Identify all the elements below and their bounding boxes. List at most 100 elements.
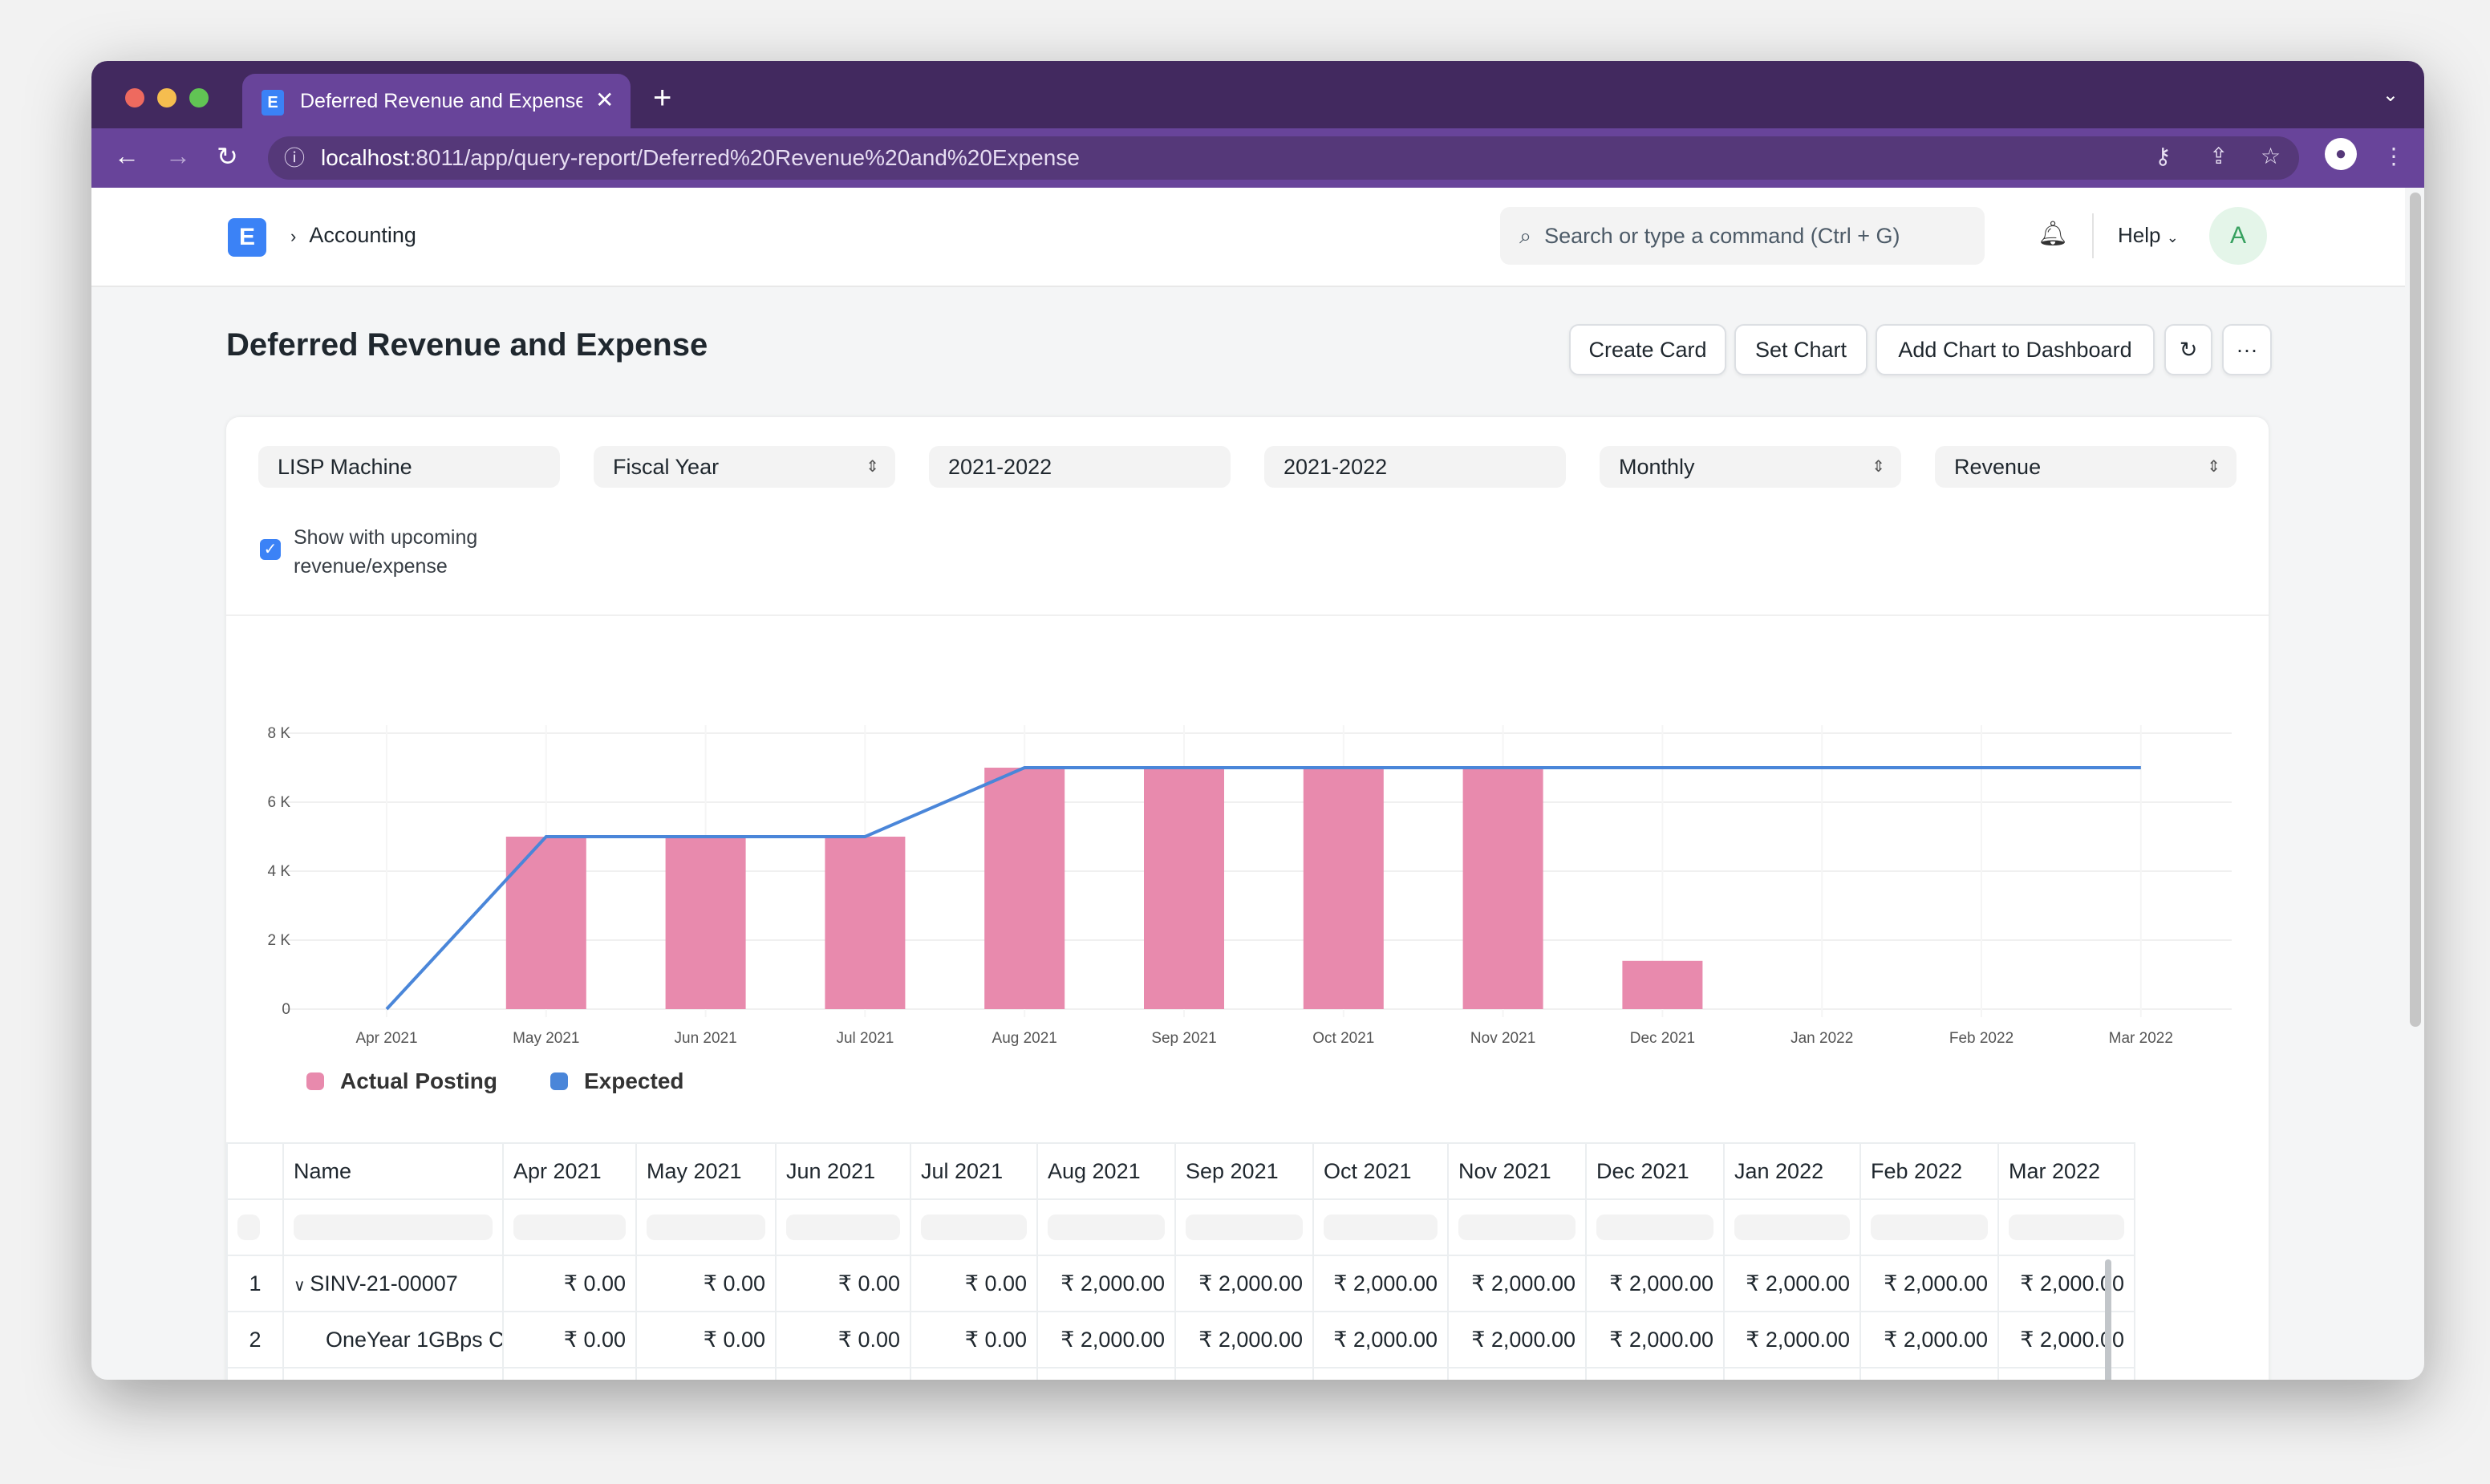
column-filter-input[interactable]	[910, 1198, 1038, 1256]
column-filter-input[interactable]	[1447, 1198, 1587, 1256]
column-header[interactable]: Oct 2021	[1312, 1142, 1449, 1200]
type-value: Revenue	[1954, 455, 2042, 479]
new-tab-icon[interactable]: +	[653, 80, 671, 116]
profile-icon[interactable]: ●	[2325, 138, 2357, 170]
to-fiscal-year-filter[interactable]: 2021-2022	[1264, 446, 1566, 488]
amount-cell[interactable]: ₹ 0.00	[635, 1255, 777, 1312]
browser-tab[interactable]: E Deferred Revenue and Expense ✕	[242, 74, 631, 128]
tab-search-chevron-icon[interactable]: ⌄	[2383, 83, 2399, 107]
breadcrumb-accounting[interactable]: Accounting	[309, 223, 416, 247]
more-options-icon[interactable]: ···	[2222, 324, 2272, 375]
amount-cell[interactable]: ₹ 2,000.00	[1174, 1255, 1314, 1312]
app-logo[interactable]: E	[228, 218, 266, 257]
amount-cell[interactable]: ₹ 2,000.00	[1447, 1311, 1587, 1368]
column-header[interactable]: Jul 2021	[910, 1142, 1038, 1200]
create-card-button[interactable]: Create Card	[1569, 324, 1726, 375]
close-tab-icon[interactable]: ✕	[595, 87, 614, 113]
amount-cell[interactable]: ₹ 2,000.00	[1723, 1311, 1861, 1368]
share-icon[interactable]: ⇪	[2209, 143, 2228, 169]
column-filter-input[interactable]	[1723, 1198, 1861, 1256]
amount-cell[interactable]: ₹ 2,000.00	[1723, 1255, 1861, 1312]
amount-cell[interactable]: ₹ 2,000.00	[1174, 1311, 1314, 1368]
help-dropdown[interactable]: Help ⌄	[2118, 223, 2179, 248]
amount-cell[interactable]: ₹ 0.00	[502, 1311, 637, 1368]
column-filter-input[interactable]	[1585, 1198, 1725, 1256]
amount-cell[interactable]: ₹ 2,000.00	[1312, 1311, 1449, 1368]
x-tick-label: Apr 2021	[355, 1030, 417, 1047]
table-scrollbar[interactable]	[2105, 1259, 2111, 1380]
column-filter-input[interactable]	[282, 1198, 504, 1256]
amount-cell[interactable]: ₹ 2,000.00	[1997, 1311, 2135, 1368]
url-field[interactable]: ⓘ localhost:8011/app/query-report/Deferr…	[268, 136, 2299, 180]
name-cell[interactable]: OneYear 1GBps C	[282, 1311, 504, 1368]
legend-actual-posting[interactable]: Actual Posting	[306, 1068, 497, 1094]
column-filter-input[interactable]	[502, 1198, 637, 1256]
column-filter-input[interactable]	[775, 1198, 911, 1256]
awesomebar-search-input[interactable]: ⌕ Search or type a command (Ctrl + G)	[1500, 207, 1985, 265]
amount-cell[interactable]: ₹ 0.00	[775, 1255, 911, 1312]
periodicity-select[interactable]: Monthly ⇕	[1600, 446, 1901, 488]
show-upcoming-checkbox[interactable]: ✓	[260, 539, 281, 560]
column-header[interactable]: Sep 2021	[1174, 1142, 1314, 1200]
back-icon[interactable]: ←	[114, 141, 140, 171]
column-filter-input[interactable]	[635, 1198, 777, 1256]
amount-cell[interactable]: ₹ 0.00	[502, 1255, 637, 1312]
amount-cell[interactable]: ₹ 2,000.00	[1036, 1311, 1176, 1368]
minimize-window-button[interactable]	[157, 88, 176, 107]
amount-cell[interactable]: ₹ 0.00	[775, 1311, 911, 1368]
password-key-icon[interactable]: ⚷	[2155, 143, 2172, 169]
filter-based-on-select[interactable]: Fiscal Year ⇕	[594, 446, 895, 488]
column-header[interactable]: Dec 2021	[1585, 1142, 1725, 1200]
amount-cell[interactable]: ₹ 2,000.00	[1585, 1255, 1725, 1312]
browser-menu-icon[interactable]: ⋮	[2383, 143, 2405, 169]
company-filter[interactable]: LISP Machine	[258, 446, 560, 488]
maximize-window-button[interactable]	[189, 88, 209, 107]
tab-bar: E Deferred Revenue and Expense ✕ + ⌄	[91, 61, 2424, 128]
column-header[interactable]: Name	[282, 1142, 504, 1200]
x-tick-label: Jan 2022	[1790, 1030, 1853, 1047]
forward-icon[interactable]: →	[165, 141, 191, 171]
avatar[interactable]: A	[2209, 207, 2267, 265]
amount-cell[interactable]: ₹ 2,000.00	[1312, 1255, 1449, 1312]
table-row[interactable]: 1 ∨ SINV-21-00007 ₹ 0.00 ₹ 0.00 ₹ 0.00 ₹ 0.00…	[226, 1255, 2135, 1312]
type-select[interactable]: Revenue ⇕	[1935, 446, 2237, 488]
column-filter-input[interactable]	[1312, 1198, 1449, 1256]
collapse-chevron-icon[interactable]: ∨	[294, 1277, 310, 1295]
column-header[interactable]: Aug 2021	[1036, 1142, 1176, 1200]
page-scrollbar[interactable]	[2410, 193, 2421, 1027]
from-fiscal-year-filter[interactable]: 2021-2022	[929, 446, 1231, 488]
amount-cell[interactable]: ₹ 0.00	[635, 1311, 777, 1368]
column-filter-input[interactable]	[1997, 1198, 2135, 1256]
amount-cell[interactable]: ₹ 2,000.00	[1859, 1311, 1999, 1368]
name-cell[interactable]: ∨ SINV-21-00007	[282, 1255, 504, 1312]
close-window-button[interactable]	[125, 88, 144, 107]
bookmark-star-icon[interactable]: ☆	[2261, 143, 2281, 169]
set-chart-button[interactable]: Set Chart	[1734, 324, 1868, 375]
refresh-icon[interactable]: ↻	[2164, 324, 2212, 375]
amount-cell[interactable]: ₹ 2,000.00	[1585, 1311, 1725, 1368]
amount-cell[interactable]: ₹ 2,000.00	[1859, 1255, 1999, 1312]
amount-cell[interactable]: ₹ 2,000.00	[1036, 1255, 1176, 1312]
table-row[interactable]: 2 OneYear 1GBps C ₹ 0.00 ₹ 0.00 ₹ 0.00 ₹ 0.00…	[226, 1311, 2135, 1368]
site-info-icon[interactable]: ⓘ	[284, 136, 305, 180]
column-filter-input[interactable]	[1174, 1198, 1314, 1256]
column-header[interactable]: Apr 2021	[502, 1142, 637, 1200]
column-header[interactable]: Feb 2022	[1859, 1142, 1999, 1200]
column-header[interactable]: Nov 2021	[1447, 1142, 1587, 1200]
column-header[interactable]: May 2021	[635, 1142, 777, 1200]
reload-icon[interactable]: ↻	[217, 141, 238, 172]
notification-bell-icon[interactable]: 🔔︎	[2038, 220, 2068, 248]
column-header[interactable]: Mar 2022	[1997, 1142, 2135, 1200]
column-filter-input[interactable]	[1859, 1198, 1999, 1256]
legend-expected[interactable]: Expected	[550, 1068, 684, 1094]
amount-cell[interactable]: ₹ 0.00	[910, 1311, 1038, 1368]
amount-cell[interactable]: ₹ 2,000.00	[1447, 1255, 1587, 1312]
amount-cell[interactable]: ₹ 2,000.00	[1997, 1255, 2135, 1312]
breadcrumb[interactable]: › Accounting	[290, 223, 416, 248]
add-chart-to-dashboard-button[interactable]: Add Chart to Dashboard	[1876, 324, 2155, 375]
column-header[interactable]: Jun 2021	[775, 1142, 911, 1200]
column-header[interactable]: Jan 2022	[1723, 1142, 1861, 1200]
amount-cell[interactable]: ₹ 0.00	[910, 1255, 1038, 1312]
column-filter-input[interactable]	[1036, 1198, 1176, 1256]
table-row[interactable]	[226, 1367, 2135, 1380]
